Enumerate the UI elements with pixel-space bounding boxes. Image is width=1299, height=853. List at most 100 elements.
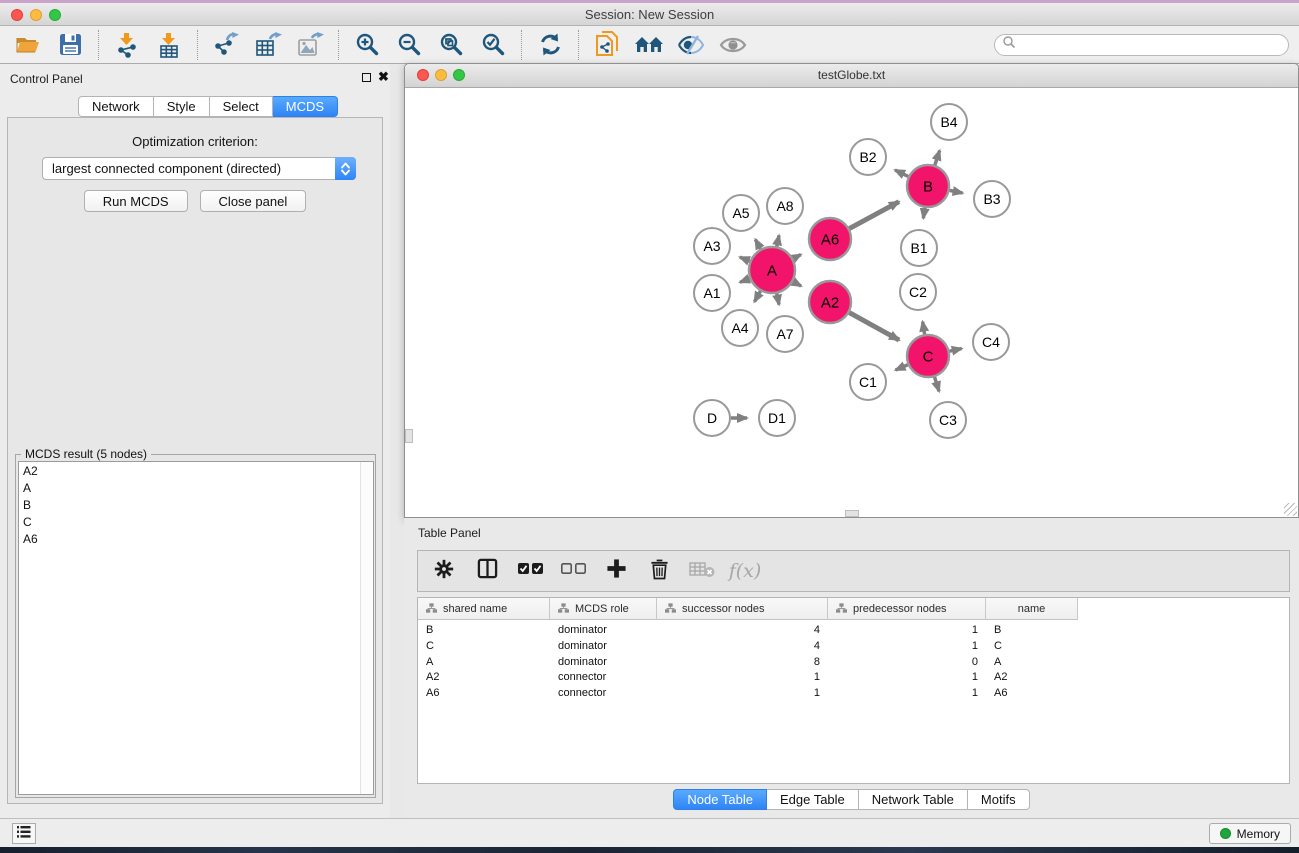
- node-attribute-table[interactable]: shared nameMCDS rolesuccessor nodesprede…: [417, 597, 1290, 784]
- export-image-button[interactable]: [296, 31, 324, 59]
- table-row-A[interactable]: Adominator80A: [418, 655, 1078, 671]
- export-table-button[interactable]: [254, 31, 282, 59]
- zoom-in-button[interactable]: [353, 31, 381, 59]
- mcds-result-list[interactable]: A2ABCA6: [18, 461, 374, 795]
- save-session-button[interactable]: [56, 31, 84, 59]
- search-box[interactable]: [994, 34, 1289, 56]
- column-header-shared-name[interactable]: shared name: [418, 598, 550, 620]
- float-panel-icon[interactable]: [362, 73, 371, 82]
- edge-A-A2[interactable]: [793, 282, 801, 286]
- network-window-titlebar[interactable]: testGlobe.txt: [405, 64, 1298, 88]
- graph-node-A8[interactable]: A8: [767, 188, 803, 224]
- edge-A-A5[interactable]: [755, 239, 760, 249]
- graph-node-C[interactable]: C: [907, 335, 949, 377]
- graph-node-A7[interactable]: A7: [767, 316, 803, 352]
- show-log-console-button[interactable]: [12, 823, 36, 844]
- table-row-A6[interactable]: A6connector11A6: [418, 686, 1078, 702]
- column-header-successor-nodes[interactable]: successor nodes: [657, 598, 828, 620]
- open-file-button[interactable]: [14, 31, 42, 59]
- eye-button[interactable]: [719, 31, 747, 59]
- edge-C-C1[interactable]: [896, 365, 908, 370]
- zoom-out-button[interactable]: [395, 31, 423, 59]
- optimization-criterion-dropdown[interactable]: largest connected component (directed): [42, 157, 356, 180]
- result-list-item[interactable]: C: [19, 513, 373, 530]
- tab-motifs[interactable]: Motifs: [968, 789, 1030, 810]
- edge-C-C4[interactable]: [949, 349, 961, 352]
- edge-A-A6[interactable]: [793, 255, 801, 259]
- edge-B-B3[interactable]: [950, 190, 963, 193]
- graph-node-B3[interactable]: B3: [974, 181, 1010, 217]
- edge-C-C2[interactable]: [923, 322, 925, 335]
- delete-trash-button[interactable]: [646, 558, 672, 584]
- edge-A-A7[interactable]: [777, 294, 779, 305]
- graph-node-D1[interactable]: D1: [759, 400, 795, 436]
- table-row-A2[interactable]: A2connector11A2: [418, 670, 1078, 686]
- edge-A-A1[interactable]: [740, 279, 750, 283]
- zoom-selected-button[interactable]: [479, 31, 507, 59]
- table-row-C[interactable]: Cdominator41C: [418, 639, 1078, 655]
- homes-button[interactable]: [635, 31, 663, 59]
- graph-node-A[interactable]: A: [749, 247, 795, 293]
- result-list-item[interactable]: A: [19, 479, 373, 496]
- graph-node-B1[interactable]: B1: [901, 230, 937, 266]
- edge-B-B4[interactable]: [935, 151, 940, 166]
- graph-node-D[interactable]: D: [694, 400, 730, 436]
- edge-A2-C[interactable]: [849, 313, 899, 340]
- graph-node-C3[interactable]: C3: [930, 402, 966, 438]
- column-header-predecessor-nodes[interactable]: predecessor nodes: [828, 598, 986, 620]
- horizontal-scrollbar-thumb[interactable]: [845, 510, 859, 517]
- tab-network-table[interactable]: Network Table: [859, 789, 968, 810]
- refresh-view-button[interactable]: [536, 31, 564, 59]
- table-settings-gear-button[interactable]: [431, 558, 457, 584]
- result-list-item[interactable]: B: [19, 496, 373, 513]
- edge-A-A8[interactable]: [777, 235, 779, 246]
- window-resize-grip[interactable]: [1284, 503, 1297, 516]
- edge-C-C3[interactable]: [935, 377, 939, 391]
- graph-node-B[interactable]: B: [907, 165, 949, 207]
- add-column-plus-button[interactable]: [603, 558, 629, 584]
- graph-node-A4[interactable]: A4: [722, 310, 758, 346]
- session-file-button[interactable]: [593, 31, 621, 59]
- close-panel-button[interactable]: Close panel: [200, 190, 307, 212]
- select-all-checks-button[interactable]: [517, 558, 543, 584]
- network-graph[interactable]: B4 B2 B B3 A5A8A6 A3 B1 A C2 A1 A2 A4A7 C C4 C1 C3 D D1: [405, 88, 1298, 517]
- import-network-button[interactable]: [113, 31, 141, 59]
- tab-network[interactable]: Network: [78, 96, 154, 117]
- import-table-button[interactable]: [155, 31, 183, 59]
- tab-style[interactable]: Style: [154, 96, 210, 117]
- graph-node-C1[interactable]: C1: [850, 364, 886, 400]
- edge-A-A3[interactable]: [740, 257, 750, 261]
- graph-node-C2[interactable]: C2: [900, 274, 936, 310]
- edge-B-B2[interactable]: [895, 170, 908, 176]
- edge-A6-B[interactable]: [849, 202, 899, 229]
- tab-node-table[interactable]: Node Table: [673, 789, 767, 810]
- zoom-fit-button[interactable]: [437, 31, 465, 59]
- main-titlebar[interactable]: Session: New Session: [0, 3, 1299, 26]
- graph-node-B2[interactable]: B2: [850, 139, 886, 175]
- edge-B-B1[interactable]: [923, 208, 925, 219]
- memory-button[interactable]: Memory: [1209, 823, 1291, 844]
- graph-node-B4[interactable]: B4: [931, 104, 967, 140]
- graph-node-A6[interactable]: A6: [809, 218, 851, 260]
- graph-node-C4[interactable]: C4: [973, 324, 1009, 360]
- graph-node-A1[interactable]: A1: [694, 275, 730, 311]
- table-row-B[interactable]: Bdominator41B: [418, 623, 1078, 639]
- column-header-name[interactable]: name: [986, 598, 1078, 620]
- vertical-scrollbar-thumb[interactable]: [405, 429, 413, 443]
- network-canvas[interactable]: B4 B2 B B3 A5A8A6 A3 B1 A C2 A1 A2 A4A7 C C4 C1 C3 D D1: [405, 88, 1298, 517]
- search-input[interactable]: [1016, 38, 1288, 52]
- export-network-button[interactable]: [212, 31, 240, 59]
- show-columns-button[interactable]: [474, 558, 500, 584]
- graph-node-A5[interactable]: A5: [723, 195, 759, 231]
- result-list-scrollbar[interactable]: [360, 462, 373, 794]
- graph-node-A2[interactable]: A2: [809, 281, 851, 323]
- tab-mcds[interactable]: MCDS: [273, 96, 338, 117]
- graph-node-A3[interactable]: A3: [694, 228, 730, 264]
- tab-select[interactable]: Select: [210, 96, 273, 117]
- close-panel-icon[interactable]: ✖: [378, 69, 389, 85]
- result-list-item[interactable]: A2: [19, 462, 373, 479]
- column-header-MCDS-role[interactable]: MCDS role: [550, 598, 657, 620]
- tab-edge-table[interactable]: Edge Table: [767, 789, 859, 810]
- eye-slash-button[interactable]: [677, 31, 705, 59]
- clear-selection-checks-button[interactable]: [560, 558, 586, 584]
